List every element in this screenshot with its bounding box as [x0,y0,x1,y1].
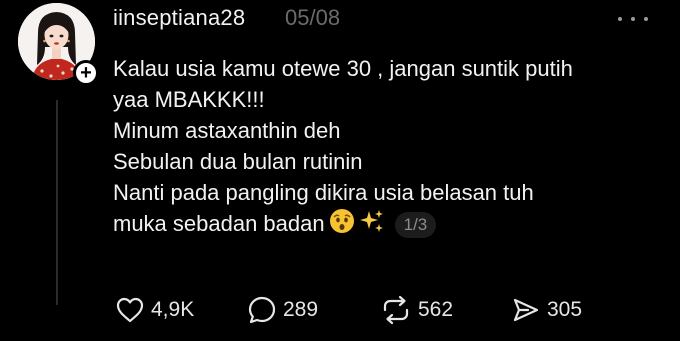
like-button[interactable]: 4,9K [115,290,194,330]
text-line: Minum astaxanthin deh [113,118,341,143]
text-line: Nanti pada pangling dikira usia belasan … [113,180,534,205]
text-line: Sebulan dua bulan rutinin [113,149,363,174]
media-page-indicator[interactable]: 1/3 [394,212,437,239]
heart-icon [116,297,144,323]
dot-icon [631,17,635,21]
reply-button[interactable]: 289 [247,290,318,330]
username[interactable]: iinseptiana28 [113,5,245,31]
plus-icon: + [80,62,92,84]
text-line: Kalau usia kamu otewe 30 , jangan suntik… [113,56,573,81]
reply-count: 289 [283,298,319,321]
repost-count: 562 [418,298,454,321]
dot-icon [618,17,622,21]
post-date: 05/08 [285,5,341,30]
share-count: 305 [547,298,583,321]
follow-plus-button[interactable]: + [73,60,99,86]
speech-bubble-icon [248,296,276,324]
astonished-face-emoji [329,208,355,242]
last-text-line: muka sebadan badan 1/3 [113,208,673,242]
more-options-button[interactable] [618,6,648,32]
action-bar: 4,9K 289 562 305 [115,290,635,330]
like-count: 4,9K [151,298,195,321]
dot-icon [644,17,648,21]
repost-icon [383,295,409,325]
sparkles-emoji [359,208,385,242]
send-icon [513,298,539,322]
repost-button[interactable]: 562 [380,290,453,330]
text-line: muka sebadan badan [113,211,325,236]
post-text: Kalau usia kamu otewe 30 , jangan suntik… [113,53,673,242]
thread-connector-line [56,100,58,305]
share-button[interactable]: 305 [511,290,582,330]
text-line: yaa MBAKKK!!! [113,87,265,112]
thread-post: + iinseptiana28 05/08 Kalau usia kamu ot… [0,0,680,341]
